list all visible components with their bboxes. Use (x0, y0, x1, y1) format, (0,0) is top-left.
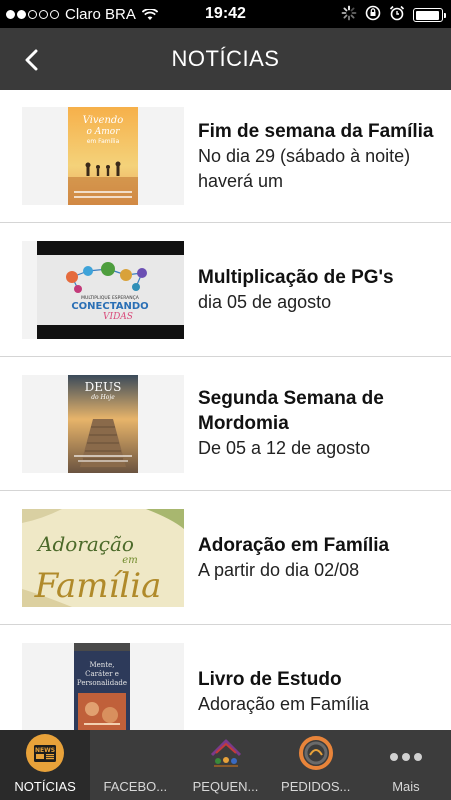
news-description: dia 05 de agosto (198, 291, 332, 312)
news-description: De 05 a 12 de agosto (198, 438, 371, 458)
activity-spinner-icon (341, 5, 357, 25)
svg-text:em Família: em Família (87, 138, 120, 145)
rotation-lock-icon (365, 5, 381, 25)
news-item[interactable]: DEUS do Hoje Segunda Semana de Mordomia … (0, 357, 451, 491)
svg-text:Família: Família (34, 566, 162, 606)
tab-label: Mais (392, 779, 420, 794)
svg-text:NEWS: NEWS (35, 747, 55, 754)
wifi-icon (141, 8, 159, 20)
news-description: No dia 29 (sábado à noite) haverá um (198, 145, 411, 191)
news-title: Multiplicação de PG's (198, 266, 394, 288)
tab-facebook[interactable]: FACEBO... (90, 730, 180, 800)
svg-text:Adoração: Adoração (36, 532, 134, 556)
alarm-icon (389, 5, 405, 25)
facebook-icon (115, 733, 155, 773)
tab-bar: NEWS NOTÍCIAS FACEBO... PEQUEN... PEDIDO… (0, 730, 451, 800)
news-title: Fim de semana da Família (198, 120, 434, 142)
news-list[interactable]: Vivendo o Amor em Família Fim de semana … (0, 90, 451, 730)
news-title: Livro de Estudo (198, 668, 342, 690)
news-thumbnail-connecting-lives: MULTIPLIQUE ESPERANÇA CONECTANDO VIDAS (22, 240, 184, 339)
status-bar: Claro BRA 19:42 (0, 0, 451, 28)
svg-text:Caráter e: Caráter e (85, 670, 119, 678)
tab-small-groups[interactable]: PEQUEN... (180, 730, 270, 800)
svg-text:do Hoje: do Hoje (91, 394, 115, 401)
svg-text:Personalidade: Personalidade (77, 679, 127, 687)
news-title: Segunda Semana de Mordomia (198, 388, 384, 434)
news-thumbnail-family-worship: Adoração em Família (22, 508, 184, 607)
news-thumbnail-study-book: Mente, Caráter e Personalidade (22, 642, 184, 730)
news-title: Adoração em Família (198, 534, 390, 556)
svg-text:CONECTANDO: CONECTANDO (71, 301, 148, 312)
news-item[interactable]: MULTIPLIQUE ESPERANÇA CONECTANDO VIDAS M… (0, 223, 451, 357)
news-description: Adoração em Família (198, 693, 370, 714)
battery-icon (413, 8, 446, 22)
news-thumbnail-family-weekend: Vivendo o Amor em Família (22, 107, 184, 205)
tab-label: PEDIDOS... (281, 779, 351, 794)
back-button[interactable] (16, 45, 46, 75)
chevron-left-icon (25, 49, 38, 71)
more-icon (386, 733, 426, 773)
carrier-name: Claro BRA (65, 5, 136, 23)
news-icon: NEWS (25, 733, 65, 773)
svg-text:em: em (122, 555, 137, 566)
requests-icon (296, 733, 336, 773)
tab-news[interactable]: NEWS NOTÍCIAS (0, 730, 91, 800)
news-item[interactable]: Adoração em Família Adoração em Família … (0, 491, 451, 625)
tab-label: NOTÍCIAS (14, 779, 76, 794)
news-description: A partir do dia 02/08 (198, 559, 360, 580)
signal-strength-icon (6, 9, 59, 19)
small-groups-icon (206, 733, 246, 773)
svg-text:o Amor: o Amor (86, 127, 120, 137)
news-item[interactable]: Vivendo o Amor em Família Fim de semana … (0, 90, 451, 223)
page-title: NOTÍCIAS (171, 46, 280, 71)
svg-text:DEUS: DEUS (85, 380, 122, 394)
navigation-header: NOTÍCIAS (0, 28, 451, 90)
tab-label: PEQUEN... (192, 779, 259, 794)
tab-requests[interactable]: PEDIDOS... (271, 730, 361, 800)
news-item[interactable]: Mente, Caráter e Personalidade Livro de … (0, 625, 451, 730)
svg-text:Vivendo: Vivendo (83, 115, 124, 126)
svg-text:VIDAS: VIDAS (103, 312, 133, 322)
tab-more[interactable]: Mais (361, 730, 451, 800)
svg-text:Mente,: Mente, (90, 661, 115, 669)
news-thumbnail-stewardship: DEUS do Hoje (22, 374, 184, 473)
tab-label: FACEBO... (103, 779, 168, 794)
